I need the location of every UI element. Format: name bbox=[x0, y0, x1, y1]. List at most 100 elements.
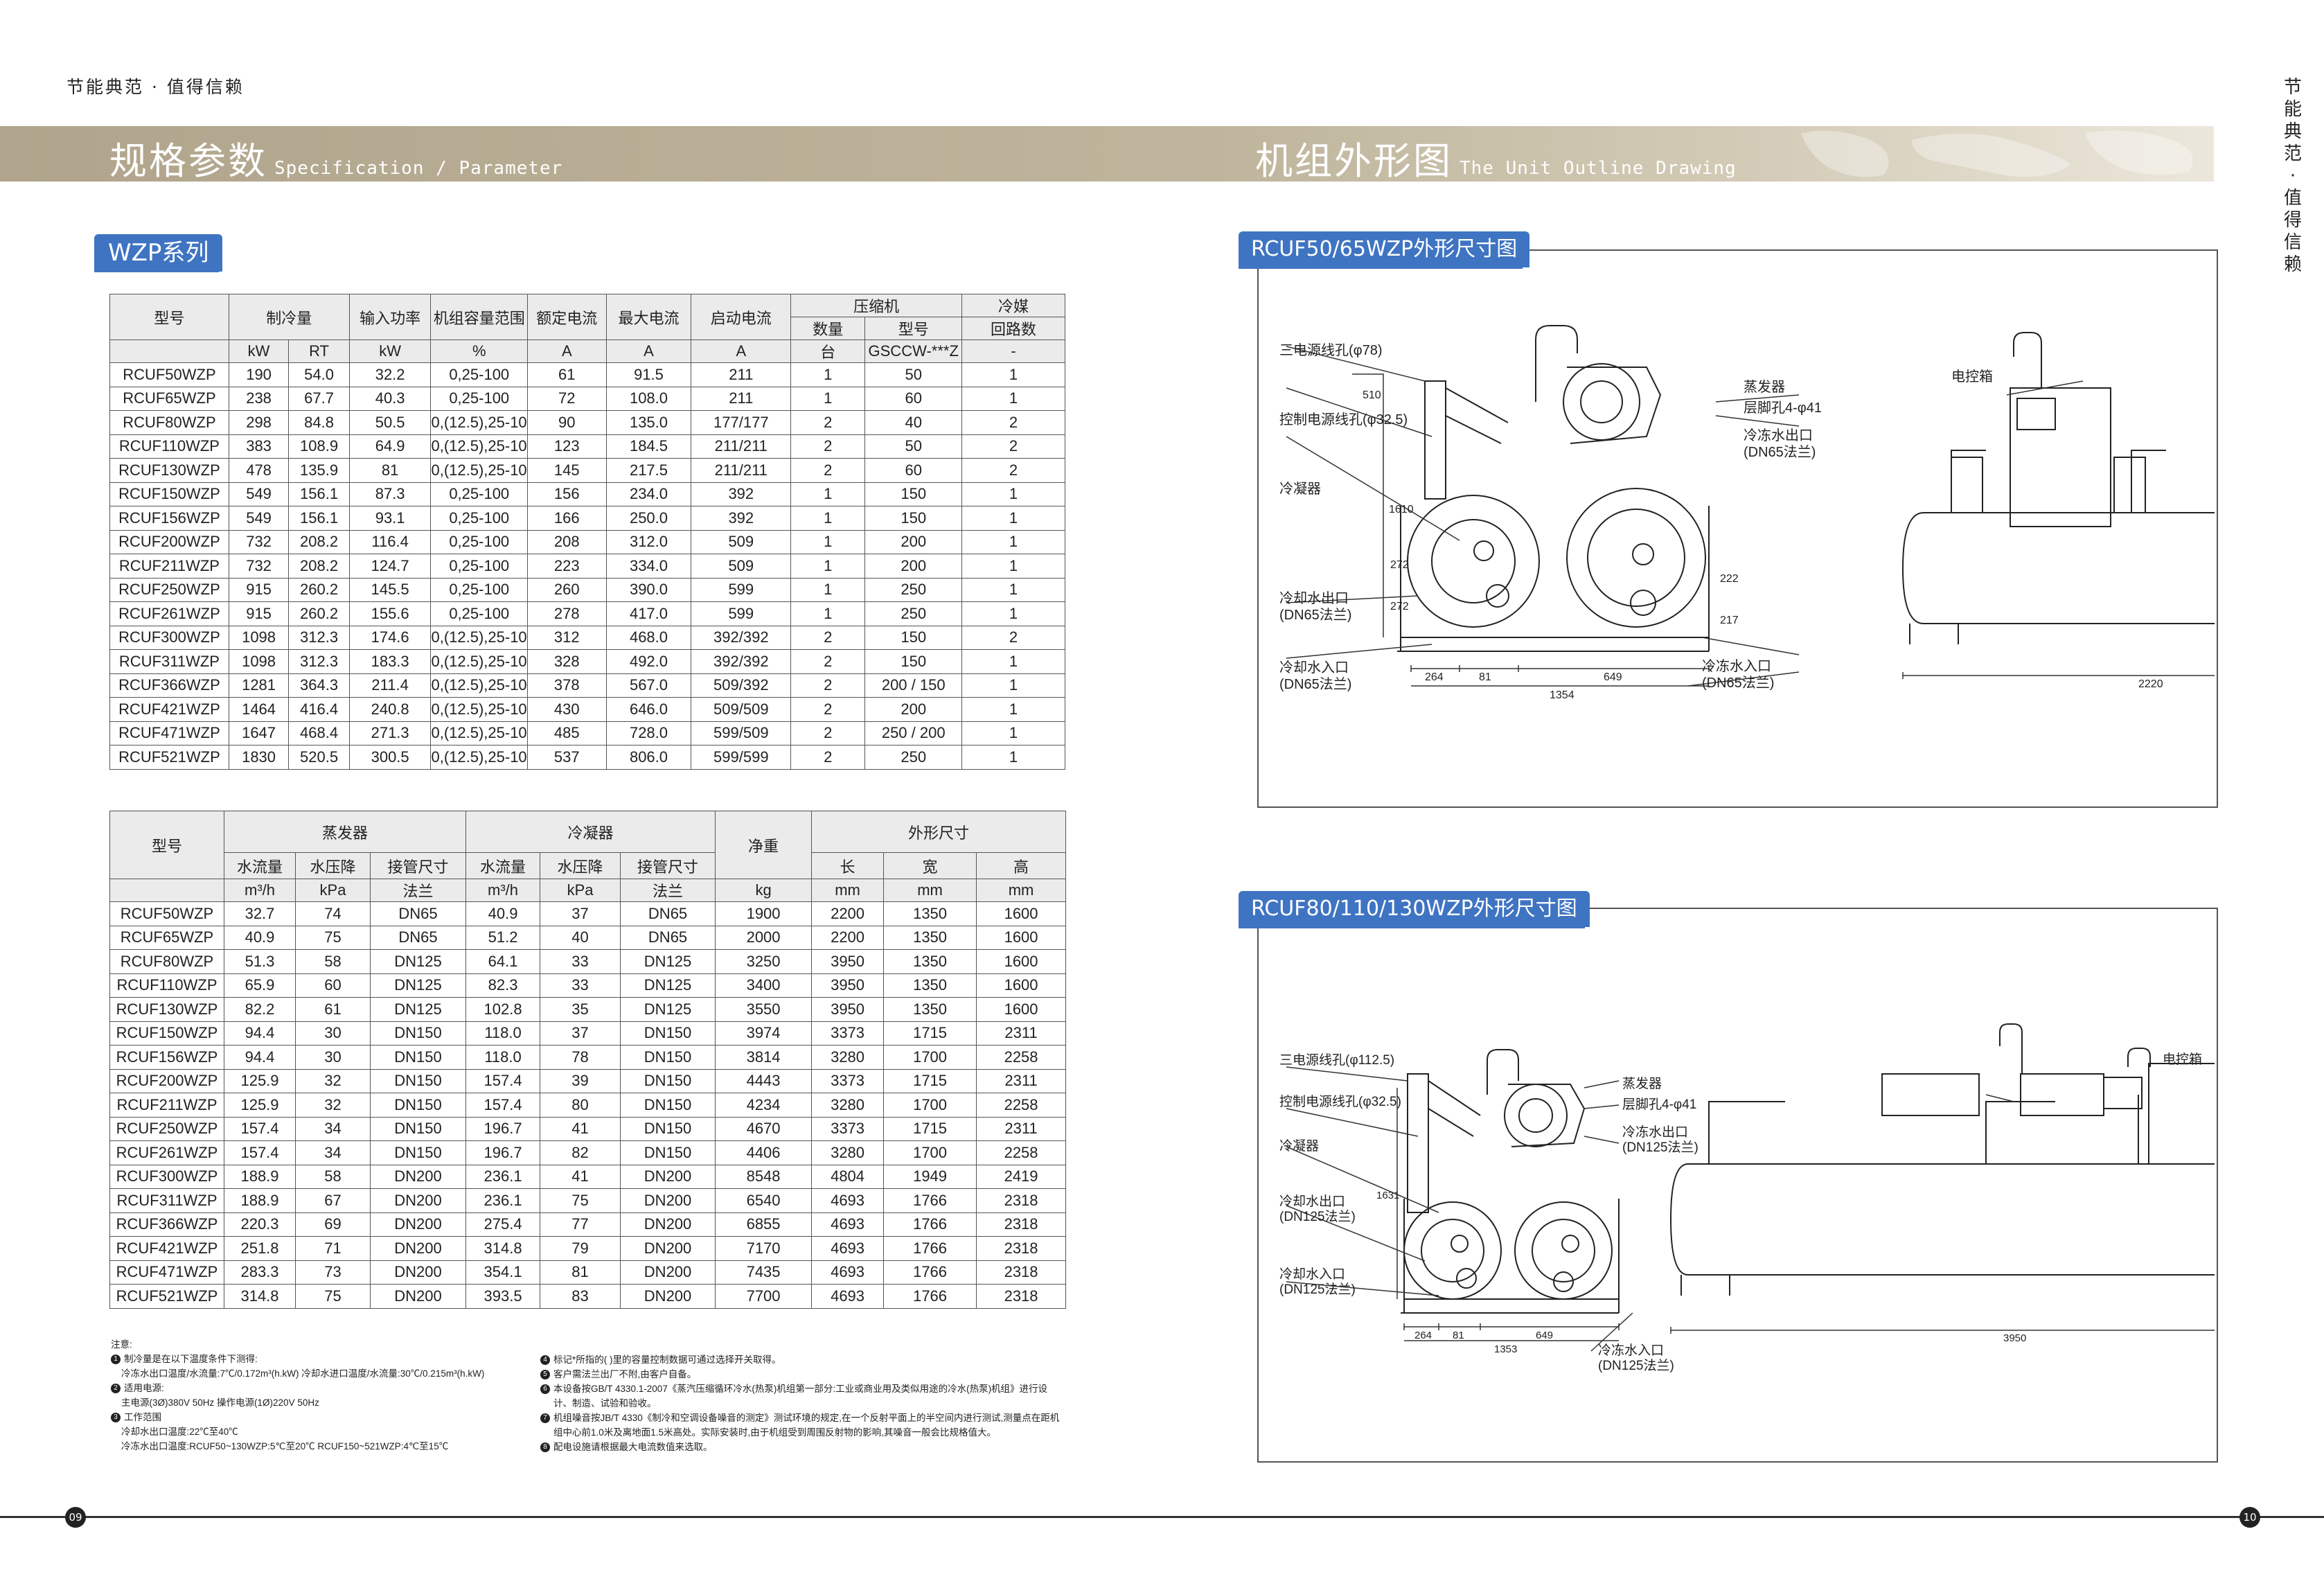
table-cell: DN150 bbox=[620, 1093, 716, 1118]
table-cell: 2 bbox=[790, 410, 866, 435]
unit-cell: 法兰 bbox=[620, 879, 716, 902]
table-cell: 1 bbox=[961, 554, 1065, 579]
table-cell: 32 bbox=[295, 1068, 371, 1093]
table-cell: DN125 bbox=[369, 997, 467, 1022]
d1-cw-port bbox=[1486, 584, 1509, 608]
table-cell: DN65 bbox=[369, 901, 467, 926]
table-cell: 188.9 bbox=[224, 1164, 296, 1189]
drawing2-svg: 三电源线孔(φ112.5) 控制电源线孔(φ32.5) 冷凝器 冷却水出口 (D… bbox=[1279, 1023, 2215, 1373]
note-6a: 计、制造、试验和验收。 bbox=[553, 1398, 657, 1409]
table-cell: 125.9 bbox=[224, 1068, 296, 1093]
spec-table-hydraulic: 型号 蒸发器 冷凝器 净重 外形尺寸 水流量 水压降 接管尺寸 水流量 水压降 … bbox=[109, 811, 1067, 1309]
table-cell: 41 bbox=[540, 1116, 621, 1141]
model-cell: RCUF65WZP bbox=[109, 386, 229, 411]
table-cell: 393.5 bbox=[465, 1284, 541, 1309]
table-cell: DN150 bbox=[620, 1021, 716, 1046]
table-cell: 2419 bbox=[976, 1164, 1067, 1189]
table-cell: 75 bbox=[295, 925, 371, 950]
table-cell: 328 bbox=[527, 649, 607, 674]
note-text: 制冷量是在以下温度条件下测得: bbox=[124, 1354, 258, 1364]
table-cell: 378 bbox=[527, 673, 607, 698]
table-cell: 150 bbox=[864, 649, 962, 674]
d2-label-cw-in: 冷却水入口 bbox=[1279, 1267, 1345, 1282]
table-cell: 6855 bbox=[715, 1212, 813, 1237]
table-cell: 2318 bbox=[976, 1236, 1067, 1261]
d2-label-cw-out-dn: (DN125法兰) bbox=[1279, 1209, 1356, 1224]
table-cell: 156.1 bbox=[288, 506, 350, 531]
table-cell: 37 bbox=[540, 901, 621, 926]
table-cell: 188.9 bbox=[224, 1188, 296, 1213]
brand-tagline: 节能典范 · 值得信赖 bbox=[66, 77, 245, 97]
table-cell: 118.0 bbox=[465, 1021, 541, 1046]
drawing1-svg: 三电源线孔(φ78) 控制电源线孔(φ32.5) 冷凝器 冷却水出口 (DN65… bbox=[1279, 325, 2215, 701]
table-cell: 40 bbox=[864, 410, 962, 435]
table-cell: 155.6 bbox=[348, 601, 432, 626]
table-cell: DN200 bbox=[369, 1284, 467, 1309]
table-cell: 1766 bbox=[883, 1212, 977, 1237]
table-cell: DN200 bbox=[369, 1236, 467, 1261]
table-cell: 3400 bbox=[715, 973, 813, 998]
d1-leaders bbox=[1286, 346, 2084, 687]
table-cell: 468.0 bbox=[605, 625, 692, 650]
note-text: 机组噪音按JB/T 4330《制冷和空调设备噪音的测定》测试环境的规定,在一个反… bbox=[553, 1413, 1060, 1423]
table-cell: 549 bbox=[228, 506, 290, 531]
table-cell: 312.3 bbox=[288, 625, 350, 650]
d2-dim-1353: 1353 bbox=[1494, 1343, 1517, 1355]
table-row: RCUF521WZP 1830 520.5 300.5 0,(12.5),25-100 5… bbox=[109, 745, 1065, 770]
table-row: RCUF366WZP 220.3 69 DN200 275.4 77 DN200 6855 46… bbox=[109, 1212, 1067, 1237]
col-circuits: 回路数 bbox=[961, 317, 1065, 340]
table-cell: 135.0 bbox=[605, 410, 692, 435]
table-row: RCUF200WZP 732 208.2 116.4 0,25-100 208 312.0 5… bbox=[109, 529, 1065, 554]
table-cell: 124.7 bbox=[348, 554, 432, 579]
page-number-right: 10 bbox=[2239, 1507, 2260, 1528]
table-cell: 390.0 bbox=[605, 577, 692, 602]
model-cell: RCUF250WZP bbox=[109, 577, 229, 602]
table-cell: 32.2 bbox=[348, 362, 432, 387]
table-cell: 217.5 bbox=[605, 458, 692, 483]
col-condenser: 冷凝器 bbox=[465, 811, 716, 853]
table-cell: 79 bbox=[540, 1236, 621, 1261]
table-cell: 200 bbox=[864, 529, 962, 554]
table-row: RCUF211WZP 125.9 32 DN150 157.4 80 DN150 4234 32… bbox=[109, 1093, 1067, 1118]
table-cell: 32 bbox=[295, 1093, 371, 1118]
drawing2-tab: RCUF80/110/130WZP外形尺寸图 bbox=[1239, 891, 1590, 927]
table-cell: DN125 bbox=[620, 949, 716, 974]
spec-title-cn: 规格参数 bbox=[109, 139, 267, 183]
table-row: RCUF50WZP 190 54.0 32.2 0,25-100 61 91.5 211 1 50… bbox=[109, 362, 1065, 387]
table-cell: 915 bbox=[228, 601, 290, 626]
table-cell: 211.4 bbox=[348, 673, 432, 698]
note-text: 配电设施请根据最大电流数值来选取。 bbox=[553, 1442, 713, 1452]
d1-dim-264: 264 bbox=[1425, 671, 1444, 683]
table-cell: 4693 bbox=[811, 1260, 885, 1285]
d1-label-power-hole: 三电源线孔(φ78) bbox=[1279, 342, 1383, 358]
table-cell: DN150 bbox=[620, 1068, 716, 1093]
d2-support-lines bbox=[1428, 1080, 1481, 1137]
table-cell: 102.8 bbox=[465, 997, 541, 1022]
d2-compressor-inner bbox=[1518, 1098, 1553, 1133]
d1-control-screen bbox=[2016, 398, 2056, 430]
table-cell: 3550 bbox=[715, 997, 813, 1022]
model-cell: RCUF366WZP bbox=[109, 1212, 224, 1237]
d1-valve-left bbox=[1951, 457, 1983, 513]
d2-dim-264: 264 bbox=[1414, 1330, 1432, 1341]
table-cell: 2 bbox=[790, 745, 866, 770]
table-cell: 0,(12.5),25-100 bbox=[430, 625, 529, 650]
unit-cell: kPa bbox=[540, 879, 621, 902]
table-cell: 145.5 bbox=[348, 577, 432, 602]
table-cell: 0,25-100 bbox=[430, 529, 529, 554]
table-row: RCUF80WZP 51.3 58 DN125 64.1 33 DN125 3250 3950 1… bbox=[109, 949, 1067, 974]
table-cell: 2 bbox=[961, 625, 1065, 650]
table-cell: 60 bbox=[864, 458, 962, 483]
d1-support-lines bbox=[1445, 387, 1509, 444]
page-number-left: 09 bbox=[65, 1507, 86, 1528]
table-cell: 94.4 bbox=[224, 1021, 296, 1046]
d1-dim-2220: 2220 bbox=[2138, 678, 2163, 690]
table-cell: 509/392 bbox=[691, 673, 792, 698]
table-cell: 509 bbox=[691, 529, 792, 554]
table-cell: 364.3 bbox=[288, 673, 350, 698]
table-cell: 236.1 bbox=[465, 1164, 541, 1189]
table-cell: 51.3 bbox=[224, 949, 296, 974]
table-cell: 4443 bbox=[715, 1068, 813, 1093]
d1-label-chw-in: 冷冻水入口 bbox=[1702, 658, 1771, 674]
table-cell: 478 bbox=[228, 458, 290, 483]
